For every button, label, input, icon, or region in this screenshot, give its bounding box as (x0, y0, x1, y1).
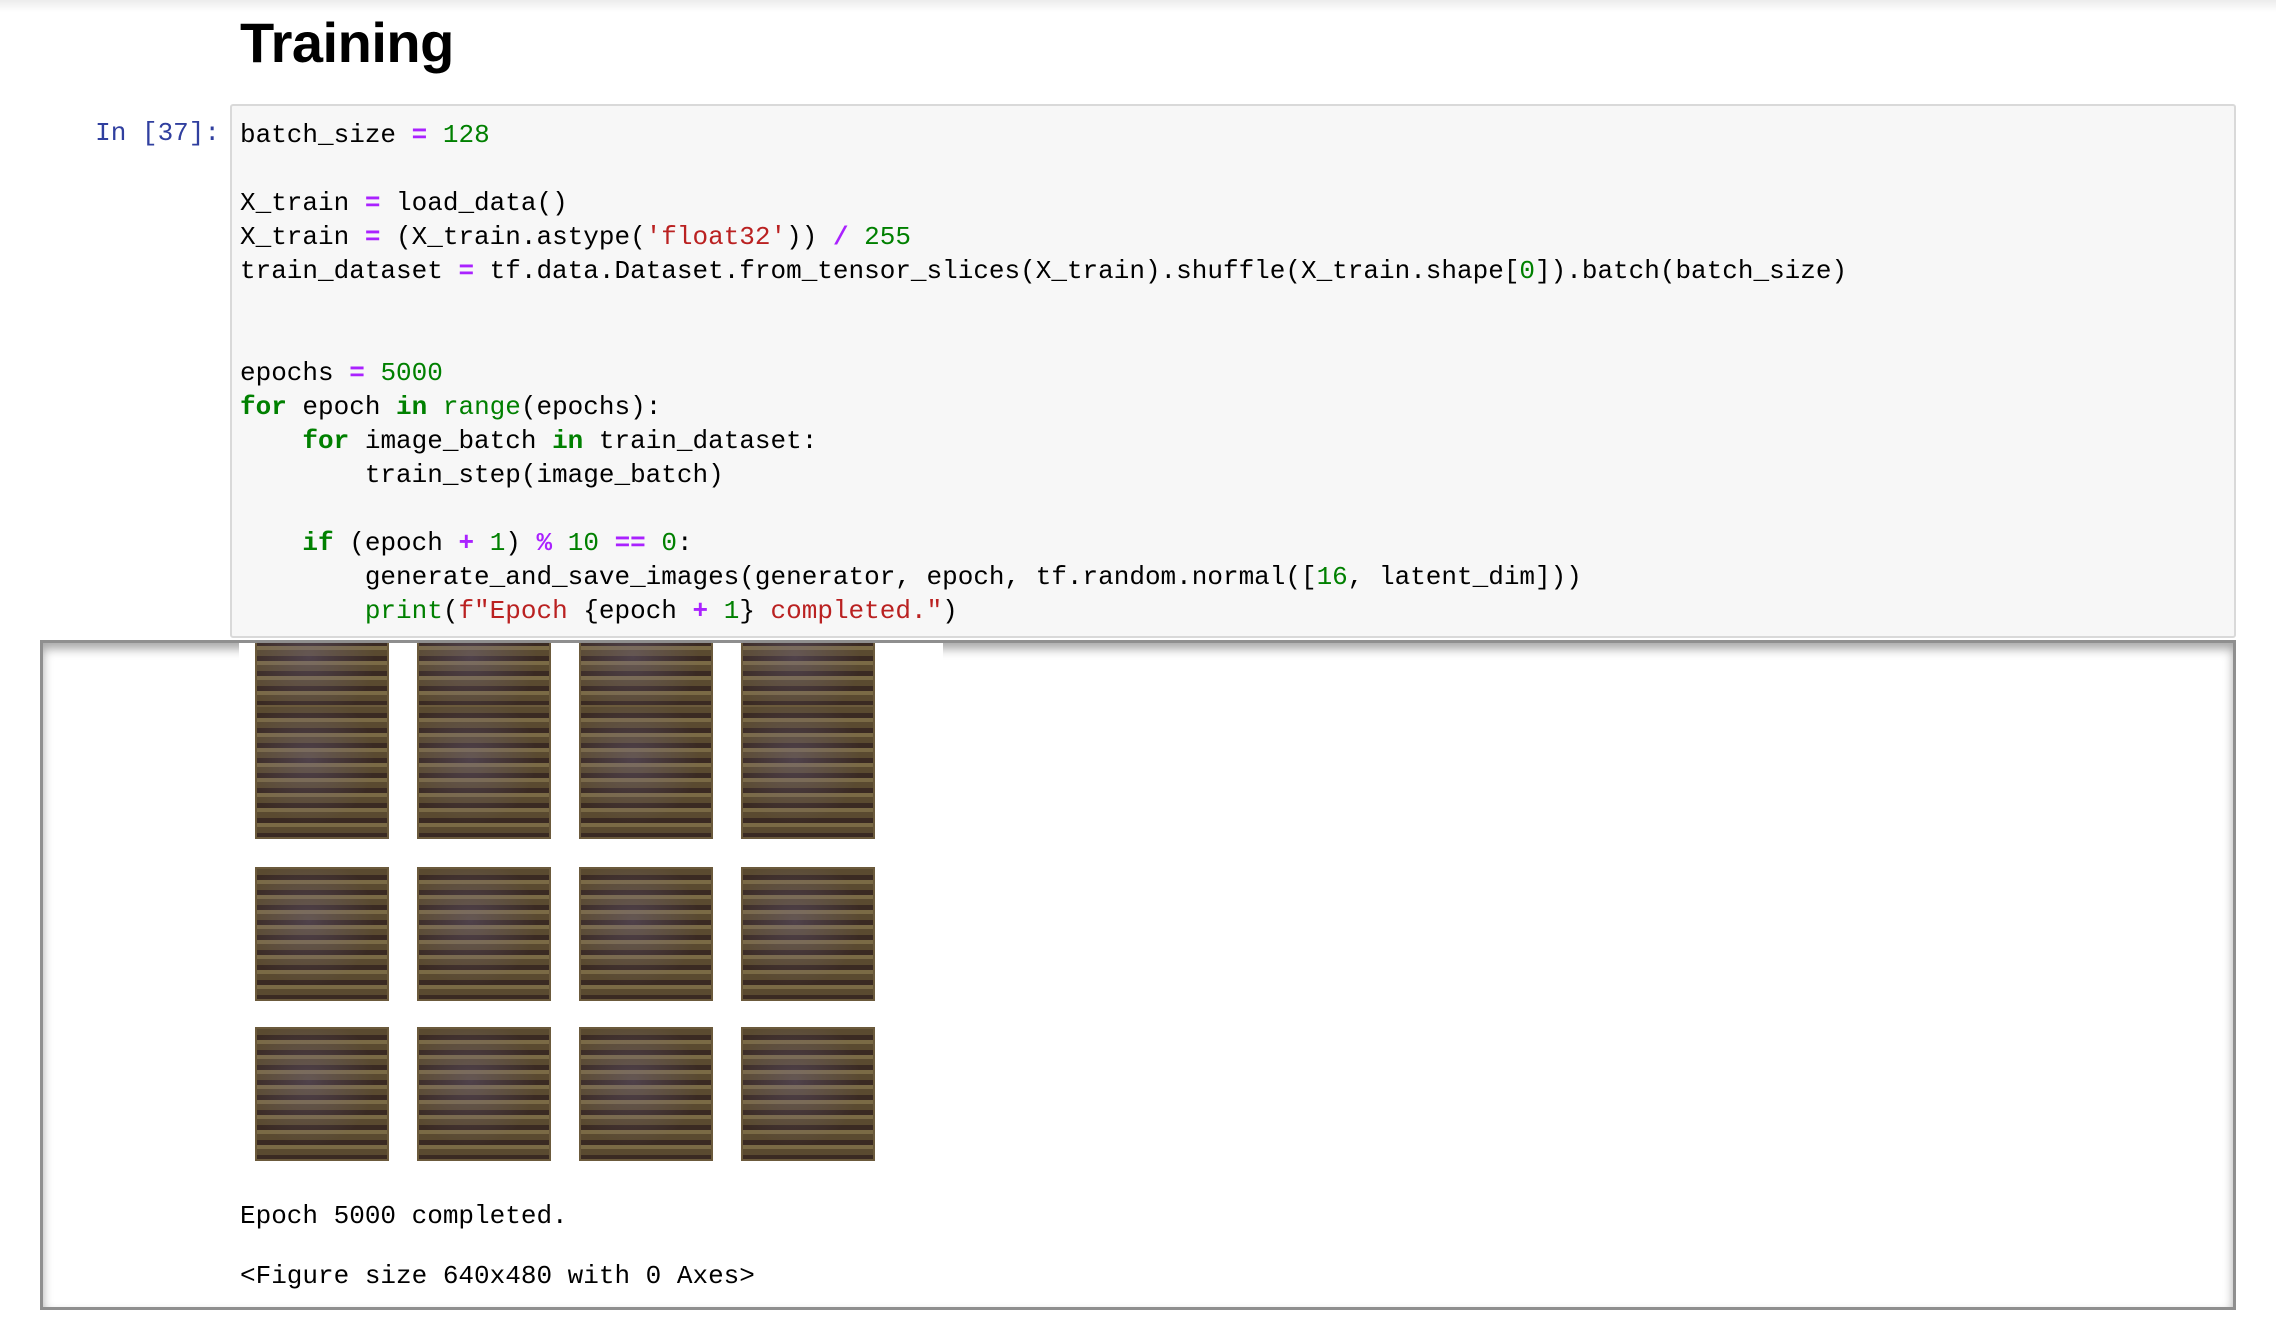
code-line: epochs = 5000 (240, 358, 443, 388)
code-line: generate_and_save_images(generator, epoc… (240, 562, 1582, 592)
generated-image-tile (417, 705, 551, 839)
generated-image-tile (255, 705, 389, 839)
generated-image-tile (741, 867, 875, 1001)
code-line: for image_batch in train_dataset: (302, 426, 818, 456)
generated-image-tile (255, 1027, 389, 1161)
code-line: X_train = load_data() (240, 188, 568, 218)
code-line: if (epoch + 1) % 10 == 0: (302, 528, 693, 558)
code-cell[interactable]: batch_size = 128 X_train = load_data() X_t… (230, 104, 2236, 638)
generated-image-tile (579, 1027, 713, 1161)
generated-image-tile (417, 867, 551, 1001)
generated-image-tile (417, 1027, 551, 1161)
code-line: train_step(image_batch) (240, 460, 724, 490)
code-line: for epoch in range(epochs): (240, 392, 662, 422)
generated-image-tile (741, 1027, 875, 1161)
generated-image-tile (255, 867, 389, 1001)
figure-size-text: <Figure size 640x480 with 0 Axes> (240, 1261, 755, 1291)
section-heading: Training (240, 11, 454, 74)
output-area[interactable]: Epoch 5000 completed. <Figure size 640x4… (40, 640, 2236, 1310)
code-line: train_dataset = tf.data.Dataset.from_ten… (240, 256, 1848, 286)
code-line: X_train = (X_train.astype('float32')) / … (240, 222, 911, 252)
code-editor[interactable]: batch_size = 128 X_train = load_data() X_t… (240, 118, 1847, 628)
generated-image-tile (579, 705, 713, 839)
code-line: batch_size = 128 (240, 120, 490, 150)
epoch-completed-text: Epoch 5000 completed. (240, 1201, 568, 1231)
generated-image-tile (741, 705, 875, 839)
generated-image-tile (579, 867, 713, 1001)
code-line: print(f"Epoch {epoch + 1} completed.") (364, 596, 958, 626)
generated-images-figure (239, 643, 943, 1177)
cell-prompt: In [37]: (95, 118, 220, 148)
